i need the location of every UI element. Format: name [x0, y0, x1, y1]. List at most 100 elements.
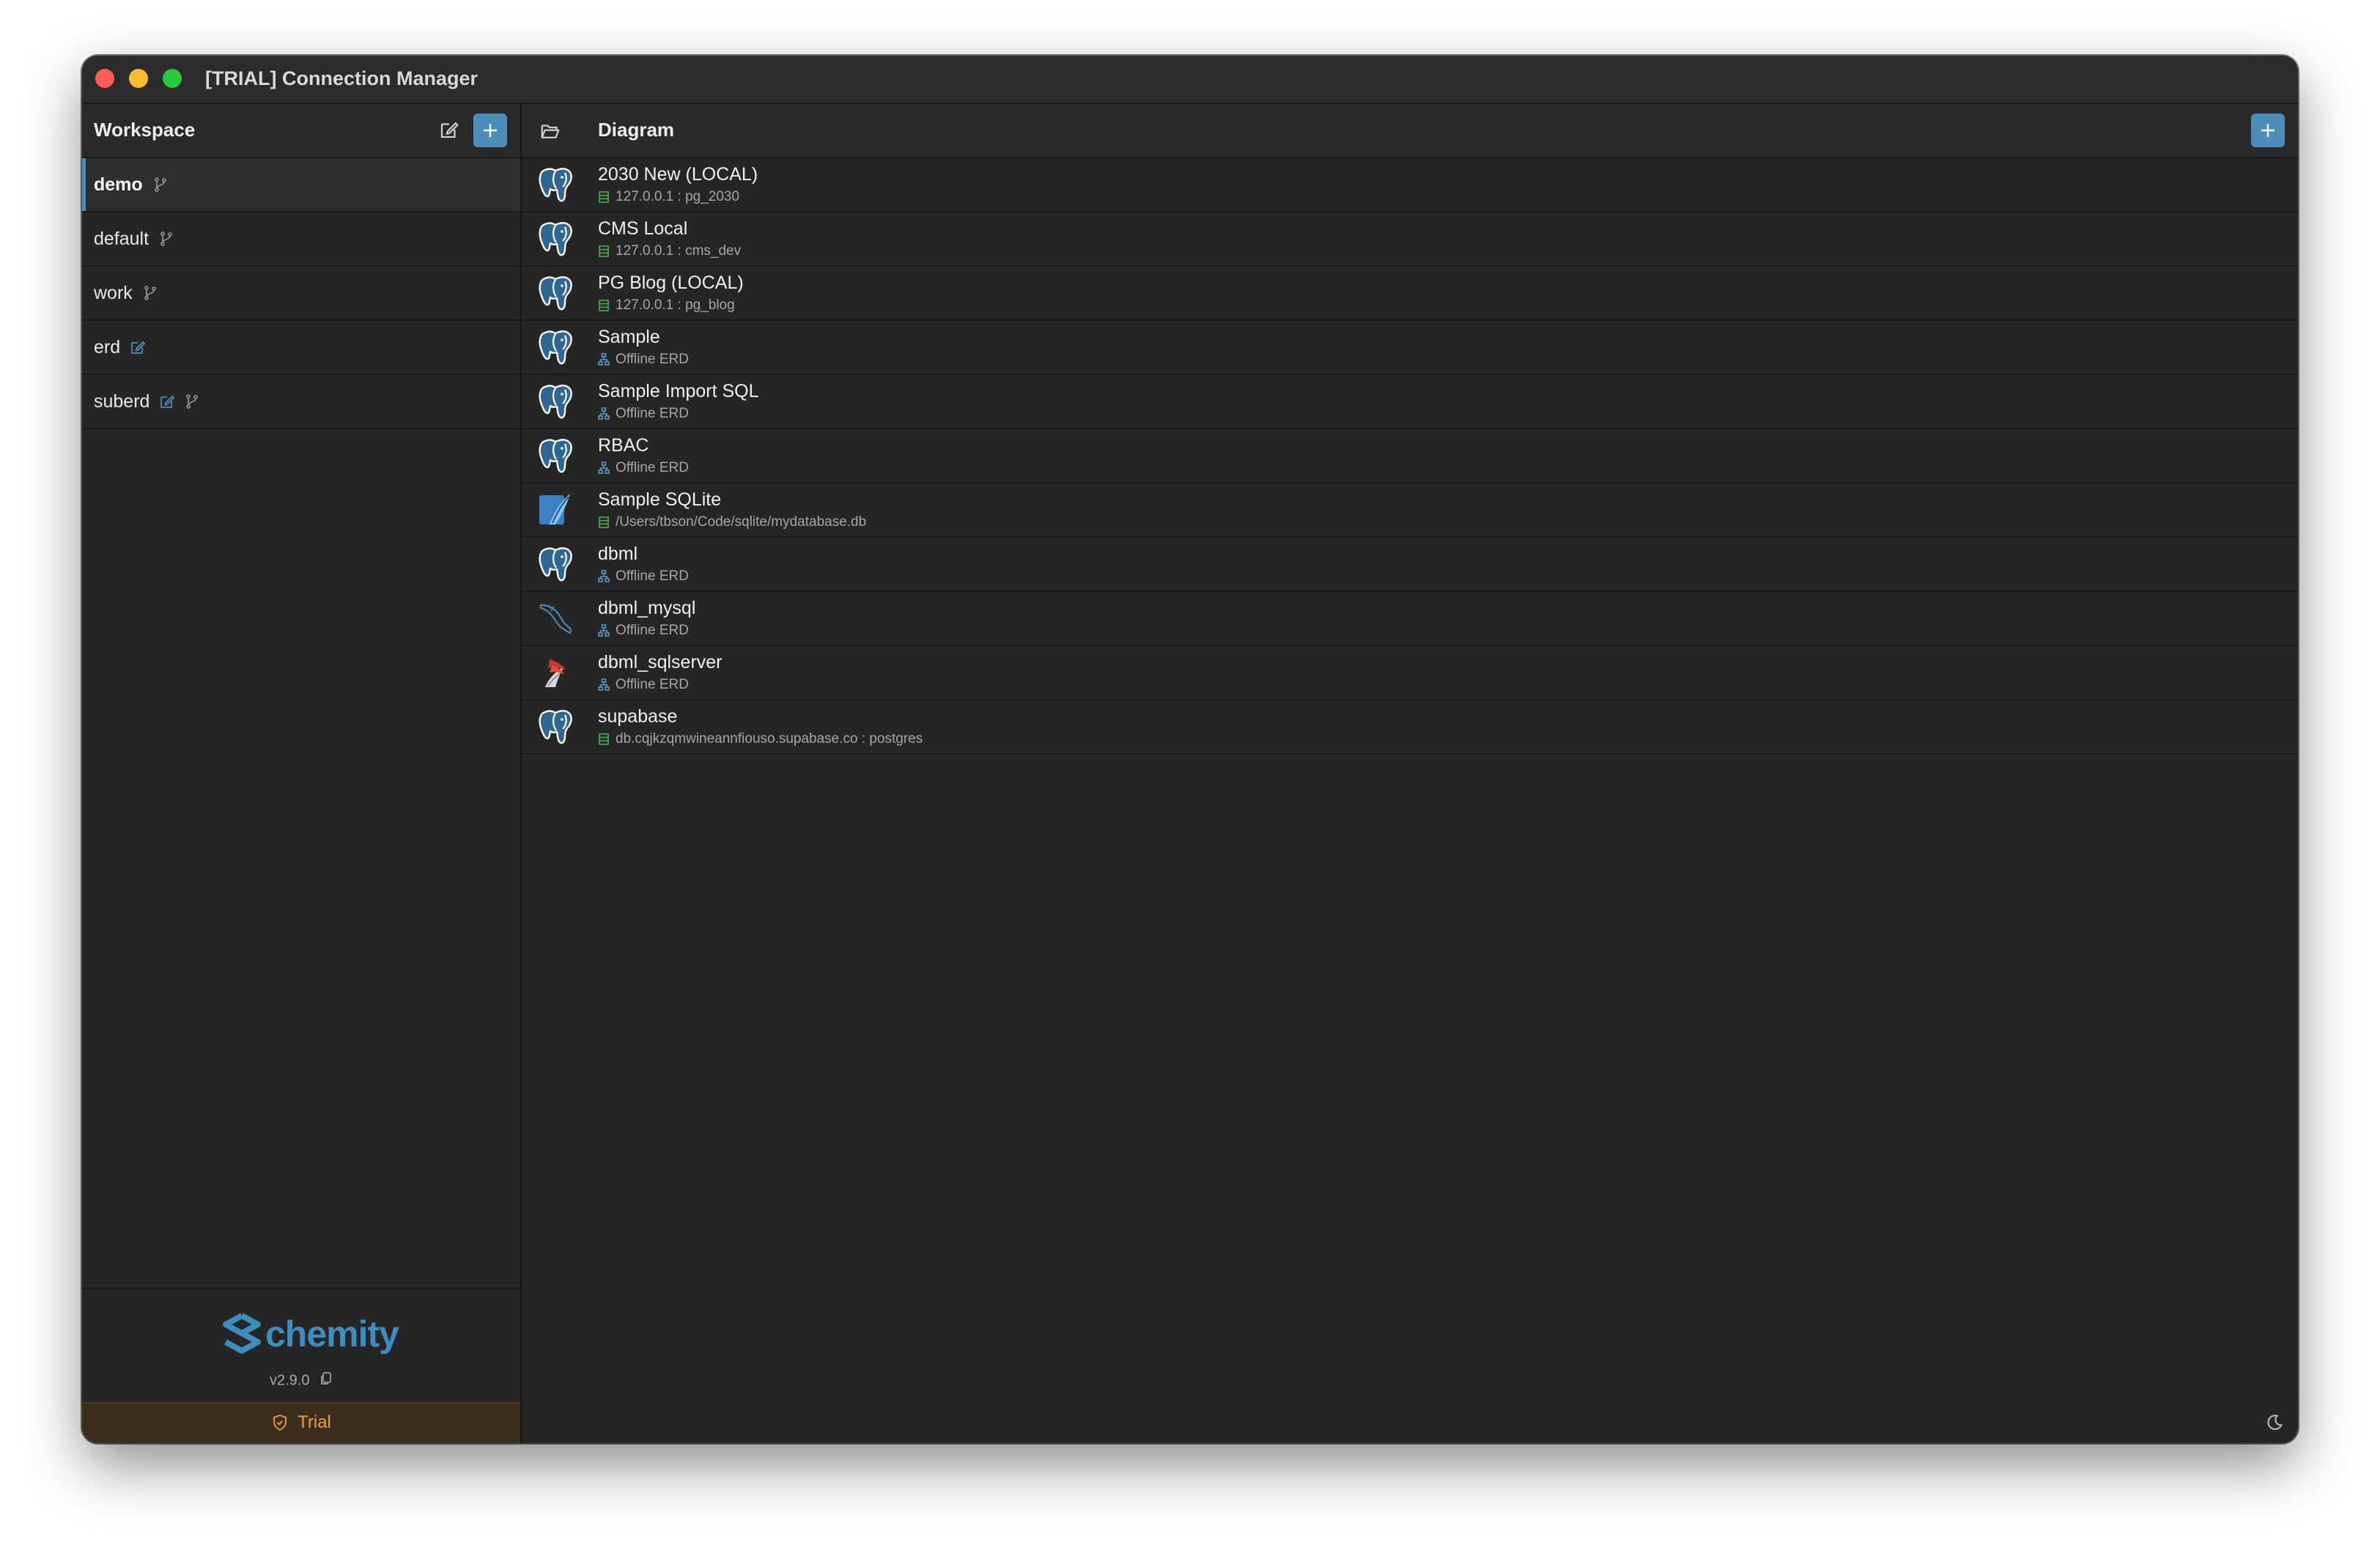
sidebar-item-label: work [94, 283, 133, 303]
shield-check-icon [273, 1415, 287, 1431]
sidebar-item-icons [158, 393, 201, 410]
sidebar-footer: chemity v2.9.0 Trial [82, 1288, 520, 1443]
postgres-elephant-icon [535, 706, 576, 747]
zoom-window-button[interactable] [163, 69, 182, 88]
sidebar-item-default[interactable]: default [82, 212, 520, 267]
diagram-panel: Diagram 2030 New (LOCAL) 127.0.0.1 : pg_2… [522, 104, 2298, 1443]
sidebar-item-label: erd [94, 337, 121, 357]
connection-name: Sample SQLite [598, 489, 722, 510]
workspace-title: Workspace [94, 119, 196, 141]
connection-name: Sample [598, 327, 660, 347]
connection-detail: 127.0.0.1 : pg_2030 [598, 189, 739, 205]
branch-icon[interactable] [183, 393, 201, 410]
add-workspace-button[interactable] [473, 114, 507, 147]
sidebar-item-icons [152, 176, 169, 193]
connection-detail-text: 127.0.0.1 : pg_blog [616, 297, 735, 313]
connection-detail-text: 127.0.0.1 : cms_dev [616, 243, 742, 259]
logo-text: chemity [265, 1313, 399, 1354]
sidebar-item-demo[interactable]: demo [82, 158, 520, 212]
database-icon [598, 190, 610, 204]
plus-icon [2261, 124, 2274, 137]
moon-icon[interactable] [2264, 1412, 2285, 1433]
trial-banner[interactable]: Trial [82, 1402, 520, 1443]
connection-name: RBAC [598, 435, 649, 456]
edit-icon [440, 122, 459, 138]
sidebar-item-label: demo [94, 174, 143, 195]
connection-detail: Offline ERD [598, 352, 689, 368]
version-text: v2.9.0 [269, 1372, 310, 1389]
postgres-elephant-icon [535, 381, 576, 422]
connection-row[interactable]: Sample SQLite/Users/tbson/Code/sqlite/my… [522, 483, 2298, 538]
connection-detail-text: Offline ERD [616, 352, 689, 367]
connection-row[interactable]: dbml Offline ERD [522, 538, 2298, 592]
connection-detail: /Users/tbson/Code/sqlite/mydatabase.db [598, 514, 866, 530]
branch-icon[interactable] [152, 176, 169, 193]
diagram-title: Diagram [598, 119, 675, 141]
connection-row[interactable]: dbml_sqlserver Offline ERD [522, 646, 2298, 700]
minimize-window-button[interactable] [129, 69, 148, 88]
connection-row[interactable]: Sample Offline ERD [522, 321, 2298, 375]
erd-icon [598, 353, 610, 366]
connection-row[interactable]: RBAC Offline ERD [522, 429, 2298, 483]
connection-name: dbml_sqlserver [598, 652, 722, 672]
erd-icon [598, 462, 610, 475]
copy-icon[interactable] [319, 1371, 333, 1390]
mysql-dolphin-icon [535, 598, 576, 639]
connection-row[interactable]: dbml_mysql Offline ERD [522, 592, 2298, 646]
add-connection-button[interactable] [2251, 114, 2285, 147]
connection-name: PG Blog (LOCAL) [598, 273, 744, 293]
connection-row[interactable]: PG Blog (LOCAL) 127.0.0.1 : pg_blog [522, 267, 2298, 321]
sidebar-item-label: default [94, 229, 149, 249]
schemity-logo-icon [223, 1313, 261, 1354]
window-title: [TRIAL] Connection Manager [205, 67, 478, 89]
edit-icon[interactable] [158, 393, 176, 410]
connection-detail-text: db.cqjkzqmwineannfiouso.supabase.co : po… [616, 731, 923, 746]
database-icon [598, 733, 610, 746]
connection-detail: 127.0.0.1 : cms_dev [598, 243, 741, 259]
connection-detail: Offline ERD [598, 460, 689, 476]
connection-detail: db.cqjkzqmwineannfiouso.supabase.co : po… [598, 731, 923, 747]
app-window: [TRIAL] Connection Manager Workspace dem… [82, 56, 2298, 1443]
erd-icon [598, 407, 610, 420]
workspace-list: demo default work erd suberd [82, 158, 520, 429]
connection-name: CMS Local [598, 218, 688, 239]
connection-detail-text: Offline ERD [616, 406, 689, 421]
sidebar-item-work[interactable]: work [82, 267, 520, 321]
sidebar-item-suberd[interactable]: suberd [82, 375, 520, 429]
erd-icon [598, 624, 610, 637]
edit-workspace-button[interactable] [438, 119, 460, 141]
postgres-elephant-icon [535, 435, 576, 476]
connection-row[interactable]: 2030 New (LOCAL) 127.0.0.1 : pg_2030 [522, 158, 2298, 212]
diagram-header: Diagram [522, 104, 2298, 158]
connection-row[interactable]: Sample Import SQL Offline ERD [522, 375, 2298, 429]
branch-icon[interactable] [141, 284, 159, 302]
connection-row[interactable]: supabase db.cqjkzqmwineannfiouso.supabase… [522, 700, 2298, 755]
close-window-button[interactable] [95, 69, 114, 88]
sidebar-item-label: suberd [94, 391, 150, 412]
branch-icon[interactable] [158, 230, 175, 248]
trial-label: Trial [298, 1412, 331, 1432]
sidebar-item-icons [158, 230, 175, 248]
erd-icon [598, 570, 610, 583]
connection-name: 2030 New (LOCAL) [598, 164, 758, 185]
connection-name: Sample Import SQL [598, 381, 759, 401]
postgres-elephant-icon [535, 164, 576, 205]
postgres-elephant-icon [535, 544, 576, 585]
erd-icon [598, 678, 610, 692]
sidebar-item-erd[interactable]: erd [82, 321, 520, 375]
edit-icon[interactable] [129, 338, 147, 356]
folder-open-icon[interactable] [539, 120, 561, 142]
connection-detail-text: 127.0.0.1 : pg_2030 [616, 189, 740, 204]
sidebar-item-icons [141, 284, 159, 302]
version-info: v2.9.0 [82, 1371, 520, 1390]
connection-detail: Offline ERD [598, 677, 689, 693]
postgres-elephant-icon [535, 218, 576, 259]
sqlserver-icon [535, 652, 576, 693]
connection-detail-text: Offline ERD [616, 623, 689, 638]
connection-row[interactable]: CMS Local 127.0.0.1 : cms_dev [522, 212, 2298, 267]
connection-detail: Offline ERD [598, 623, 689, 639]
connection-name: dbml [598, 544, 638, 564]
connection-name: supabase [598, 706, 678, 727]
connection-detail-text: Offline ERD [616, 568, 689, 584]
connection-detail: 127.0.0.1 : pg_blog [598, 297, 735, 314]
